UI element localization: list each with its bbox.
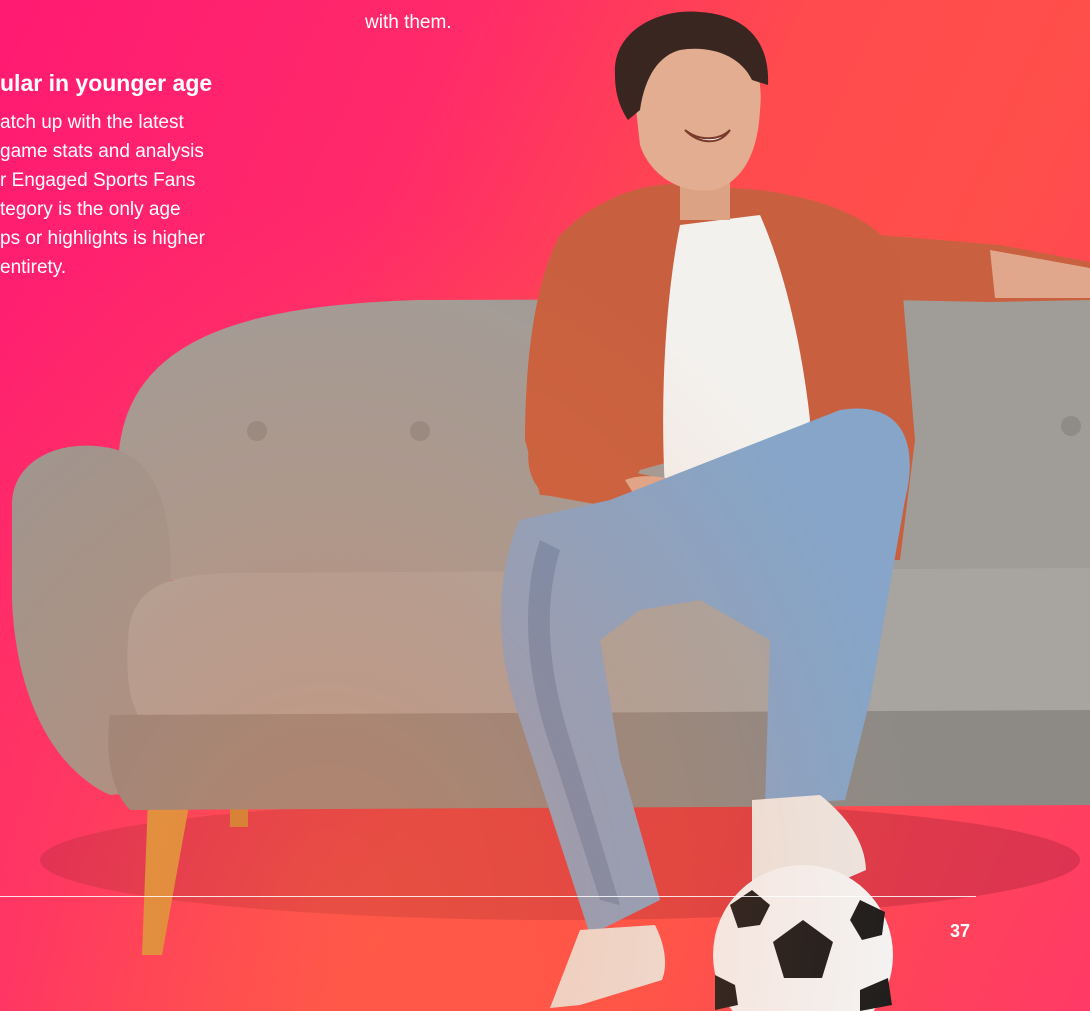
body-line: ps or highlights is higher [0,228,205,249]
page-number: 37 [950,921,971,941]
sofa-button [1061,416,1081,436]
body-line: game stats and analysis [0,141,204,162]
man-shoe [550,925,666,1008]
body-line: entirety. [0,257,67,278]
body-line: tegory is the only age [0,199,181,220]
sofa-button [410,421,430,441]
sofa-button [247,421,267,441]
footer-divider [0,896,976,897]
body-line: r Engaged Sports Fans [0,170,196,191]
section-heading: ular in younger age [0,70,213,96]
body-line: atch up with the latest [0,112,184,133]
section-body: atch up with the latest game stats and a… [0,108,300,282]
report-page: with them. ular in younger age atch up w… [0,0,1090,1011]
intro-text: with them. [365,12,452,33]
